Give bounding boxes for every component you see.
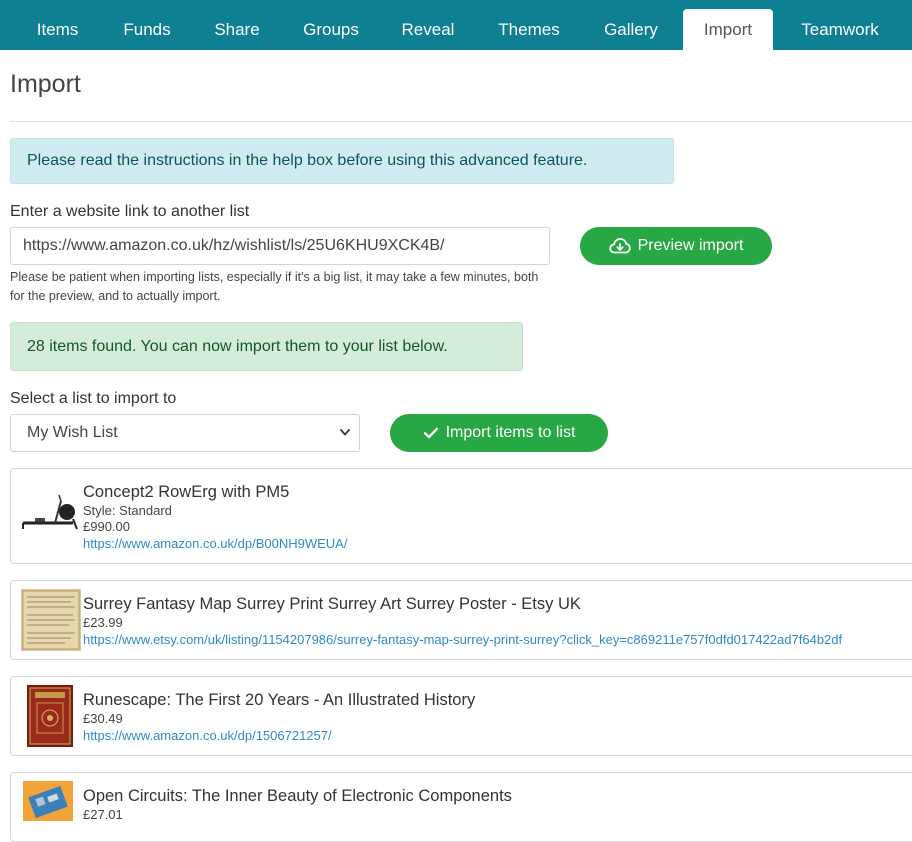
preview-import-button[interactable]: Preview import	[580, 227, 772, 265]
list-select-value: My Wish List	[27, 424, 118, 441]
item-link[interactable]: https://www.amazon.co.uk/dp/1506721257/	[83, 728, 332, 743]
item-title: Surrey Fantasy Map Surrey Print Surrey A…	[83, 595, 581, 613]
rowing-machine-image	[21, 493, 79, 538]
page-title: Import	[10, 70, 81, 98]
tab-themes[interactable]: Themes	[477, 9, 581, 50]
cloud-download-icon	[608, 237, 631, 255]
preview-import-label: Preview import	[637, 237, 744, 254]
tab-import[interactable]: Import	[683, 9, 773, 50]
import-items-button[interactable]: Import items to list	[390, 414, 608, 452]
check-icon	[423, 426, 439, 440]
tab-gallery[interactable]: Gallery	[583, 9, 679, 50]
tab-items[interactable]: Items	[14, 9, 101, 50]
list-item: Runescape: The First 20 Years - An Illus…	[10, 676, 912, 756]
chevron-down-icon	[339, 415, 351, 465]
tab-groups[interactable]: Groups	[282, 9, 380, 50]
item-link[interactable]: https://www.amazon.co.uk/dp/B00NH9WEUA/	[83, 536, 347, 551]
url-field-label: Enter a website link to another list	[10, 203, 250, 220]
item-price: £23.99	[83, 615, 123, 630]
info-alert: Please read the instructions in the help…	[10, 138, 674, 184]
circuit-book-image	[23, 781, 73, 826]
import-items-label: Import items to list	[445, 424, 576, 441]
item-title: Runescape: The First 20 Years - An Illus…	[83, 691, 476, 709]
help-text: Please be patient when importing lists, …	[10, 270, 539, 303]
list-item: Concept2 RowErg with PM5 Style: Standard…	[10, 468, 912, 564]
list-item: Surrey Fantasy Map Surrey Print Surrey A…	[10, 580, 912, 660]
title-divider	[10, 121, 912, 122]
item-price: £990.00	[83, 519, 130, 534]
item-price: £30.49	[83, 711, 123, 726]
tab-reveal[interactable]: Reveal	[382, 9, 474, 50]
tab-share[interactable]: Share	[194, 9, 280, 50]
list-item: Open Circuits: The Inner Beauty of Elect…	[10, 772, 912, 842]
tab-teamwork[interactable]: Teamwork	[778, 9, 902, 50]
success-alert: 28 items found. You can now import them …	[10, 322, 523, 371]
item-title: Open Circuits: The Inner Beauty of Elect…	[83, 787, 512, 805]
item-link[interactable]: https://www.etsy.com/uk/listing/11542079…	[83, 632, 842, 647]
list-select[interactable]: My Wish List	[10, 414, 360, 452]
book-cover-image	[27, 685, 73, 752]
item-title: Concept2 RowErg with PM5	[83, 483, 290, 501]
top-nav: Items Funds Share Groups Reveal Themes G…	[0, 0, 912, 50]
tab-funds[interactable]: Funds	[104, 9, 190, 50]
item-style: Style: Standard	[83, 503, 172, 518]
list-select-label: Select a list to import to	[10, 390, 177, 407]
url-input[interactable]	[10, 227, 550, 265]
map-poster-image	[21, 589, 81, 656]
